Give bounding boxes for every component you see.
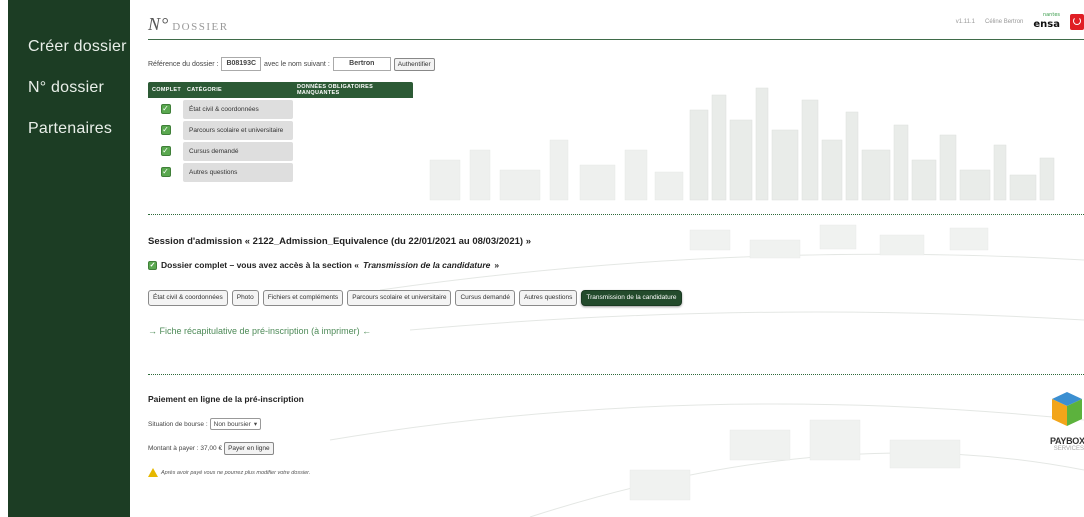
category-link-cursus[interactable]: Cursus demandé <box>183 141 293 161</box>
category-table: Complet Catégorie Données obligatoires m… <box>148 82 413 182</box>
column-header-categorie: Catégorie <box>187 87 222 93</box>
paybox-name: PAYBOX <box>1050 436 1084 446</box>
tab-cursus[interactable]: Cursus demandé <box>455 290 515 306</box>
reference-label: Référence du dossier : <box>148 60 219 68</box>
main-content: N° DOSSIER v1.11.1 Céline Bertron nantes e… <box>130 0 1084 517</box>
category-table-header: Complet Catégorie Données obligatoires m… <box>148 82 413 98</box>
checkmark-icon: ✓ <box>160 104 171 114</box>
category-link-autres-questions[interactable]: Autres questions <box>183 162 293 182</box>
tab-transmission[interactable]: Transmission de la candidature <box>581 290 682 306</box>
authenticate-button[interactable]: Authentifier <box>393 57 435 71</box>
city-background-image <box>329 87 1084 517</box>
page-title: N° DOSSIER <box>148 14 229 35</box>
amount-row: Montant à payer : 37,00 € Payer en ligne <box>148 442 274 455</box>
name-label: avec le nom suivant : <box>264 60 330 68</box>
name-input[interactable]: Bertron <box>332 57 391 71</box>
page-title-text: DOSSIER <box>172 21 229 33</box>
bourse-select-value: Non boursier <box>213 420 251 428</box>
header-right: v1.11.1 Céline Bertron nantes ensa <box>955 11 1084 30</box>
tab-photo[interactable]: Photo <box>231 290 259 306</box>
chevron-down-icon: ▾ <box>253 421 258 428</box>
checkmark-icon: ✓ <box>160 125 171 135</box>
sidebar-item-numero-dossier[interactable]: N° dossier <box>8 79 104 97</box>
tab-fichiers[interactable]: Fichiers et compléments <box>262 290 344 306</box>
complete-cell: ✓ <box>148 167 183 177</box>
table-row: ✓ Parcours scolaire et universitaire <box>148 120 413 140</box>
dossier-complete-notice: ✓ Dossier complet – vous avez accès à la… <box>148 260 499 270</box>
bourse-select[interactable]: Non boursier ▾ <box>209 418 262 430</box>
complete-end: » <box>494 260 500 270</box>
checkmark-icon: ✓ <box>148 260 157 270</box>
sidebar-item-partenaires[interactable]: Partenaires <box>8 120 112 138</box>
table-row: ✓ Cursus demandé <box>148 141 413 161</box>
category-link-etat-civil[interactable]: État civil & coordonnées <box>183 99 293 119</box>
reference-form: Référence du dossier : B08193C avec le n… <box>148 57 435 71</box>
category-link-parcours[interactable]: Parcours scolaire et universitaire <box>183 120 293 140</box>
checkmark-icon: ✓ <box>160 146 171 156</box>
session-title: Session d'admission « 2122_Admission_Equ… <box>148 236 531 247</box>
complete-text: Dossier complet – vous avez accès à la s… <box>161 260 359 270</box>
column-header-complet: Complet <box>152 87 181 93</box>
bourse-row: Situation de bourse : Non boursier ▾ <box>148 418 262 430</box>
tab-etat-civil[interactable]: État civil & coordonnées <box>148 290 228 306</box>
version-label: v1.11.1 <box>955 19 976 25</box>
ensa-logo-text: ensa <box>1033 18 1060 30</box>
payment-warning: Après avoir payé vous ne pourrez plus mo… <box>148 468 310 477</box>
complete-cell: ✓ <box>148 125 183 135</box>
sidebar: Créer dossier N° dossier Partenaires <box>8 0 130 517</box>
user-name: Céline Bertron <box>985 19 1024 25</box>
paybox-sub: SERVICES <box>1053 446 1084 452</box>
ensa-logo: nantes ensa <box>1033 11 1060 30</box>
payment-title: Paiement en ligne de la pré-inscription <box>148 394 304 404</box>
paybox-logo: PAYBOX SERVICES <box>1050 390 1084 452</box>
table-row: ✓ État civil & coordonnées <box>148 99 413 119</box>
checkmark-icon: ✓ <box>160 167 171 177</box>
tab-parcours[interactable]: Parcours scolaire et universitaire <box>347 290 452 306</box>
warning-text: Après avoir payé vous ne pourrez plus mo… <box>161 469 311 476</box>
amount-label: Montant à payer : 37,00 € <box>148 445 223 452</box>
pay-online-button[interactable]: Payer en ligne <box>224 442 274 455</box>
warning-icon <box>148 468 158 477</box>
transmission-link-text: Transmission de la candidature <box>362 260 491 270</box>
logout-power-icon[interactable] <box>1070 14 1084 30</box>
section-tabs: État civil & coordonnées Photo Fichiers … <box>148 290 682 306</box>
bourse-label: Situation de bourse : <box>148 420 208 428</box>
section-divider <box>148 214 1084 215</box>
reference-input[interactable]: B08193C <box>221 57 262 71</box>
table-row: ✓ Autres questions <box>148 162 413 182</box>
complete-cell: ✓ <box>148 146 183 156</box>
page-title-prefix: N° <box>148 14 170 34</box>
sidebar-item-creer-dossier[interactable]: Créer dossier <box>8 38 127 56</box>
complete-cell: ✓ <box>148 104 183 114</box>
paybox-cube-icon <box>1052 392 1082 426</box>
section-divider <box>148 374 1084 375</box>
tab-autres-questions[interactable]: Autres questions <box>518 290 578 306</box>
ensa-logo-sub: nantes <box>1042 11 1060 18</box>
fiche-recapitulative-link[interactable]: → Fiche récapitulative de pré-inscriptio… <box>148 325 372 337</box>
column-header-donnees-manquantes: Données obligatoires manquantes <box>297 84 374 96</box>
page-header: N° DOSSIER v1.11.1 Céline Bertron nantes e… <box>148 10 1084 40</box>
